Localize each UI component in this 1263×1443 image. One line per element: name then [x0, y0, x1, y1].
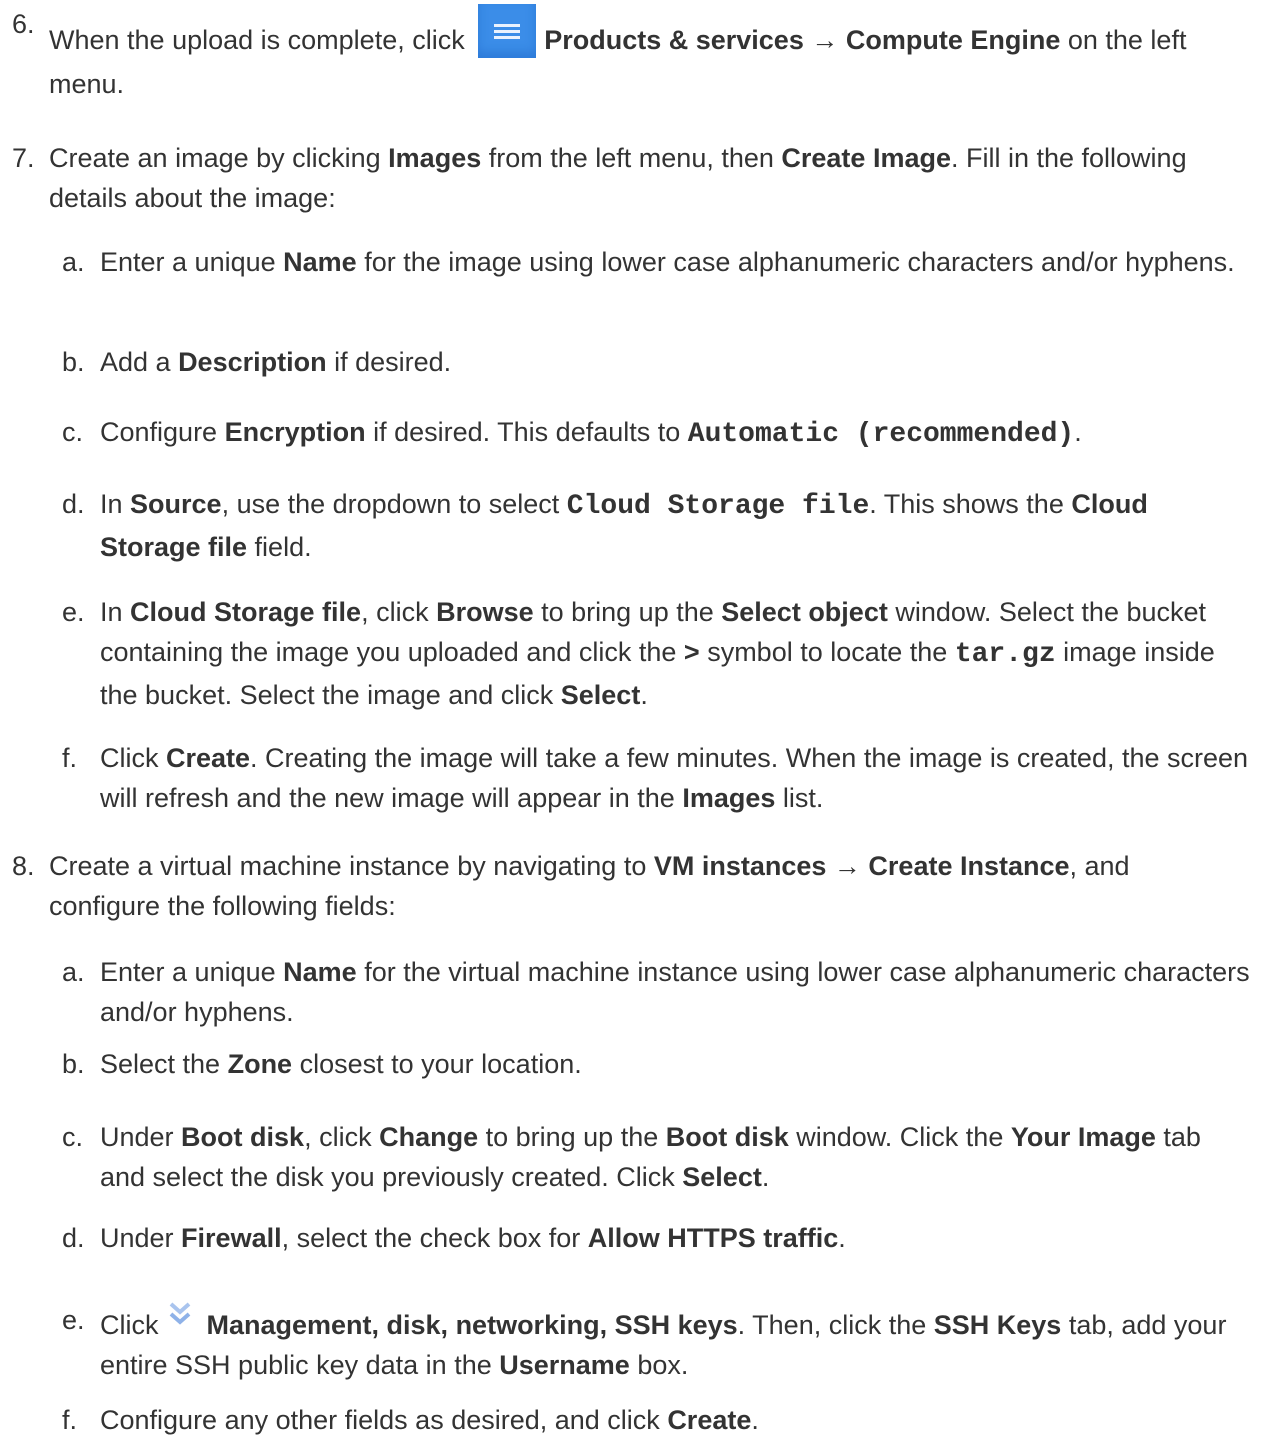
step-8e: e. Click Management, disk, networking, SS… [0, 1300, 1250, 1385]
step-text: Create an image by clicking Images from … [49, 143, 1187, 213]
menu-path-compute-engine: Compute Engine [845, 25, 1061, 55]
step-text: When the upload is complete, click Produ… [49, 4, 1240, 106]
step-7a: a. Enter a unique Name for the image usi… [62, 247, 1235, 277]
step-number: 8. [12, 851, 35, 881]
step-6: 6. When the upload is complete, click Pr… [0, 4, 1240, 106]
hamburger-menu-icon [478, 4, 537, 58]
step-8a: a. Enter a unique Name for the virtual m… [62, 957, 1250, 1027]
step-8: 8. Create a virtual machine instance by … [0, 846, 1240, 926]
step-text: Create a virtual machine instance by nav… [49, 851, 1130, 921]
step-7b: b. Add a Description if desired. [62, 347, 452, 377]
step-8f: f. Configure any other fields as desired… [62, 1405, 759, 1435]
step-7e: e. In Cloud Storage file, click Browse t… [62, 597, 1215, 710]
step-7c: c. Configure Encryption if desired. This… [62, 417, 1082, 450]
step-7f: f. Click Create. Creating the image will… [62, 743, 1249, 813]
step-7d: d. In Source, use the dropdown to select… [62, 489, 1148, 562]
menu-path-products: Products & services [544, 25, 804, 55]
step-8d: d. Under Firewall, select the check box … [62, 1223, 846, 1253]
double-chevron-down-icon [167, 1300, 193, 1330]
step-7: 7. Create an image by clicking Images fr… [0, 138, 1240, 218]
step-number: 7. [12, 143, 35, 173]
step-8b: b. Select the Zone closest to your locat… [62, 1049, 582, 1079]
step-number: 6. [12, 9, 35, 39]
step-8c: c. Under Boot disk, click Change to brin… [62, 1122, 1201, 1192]
